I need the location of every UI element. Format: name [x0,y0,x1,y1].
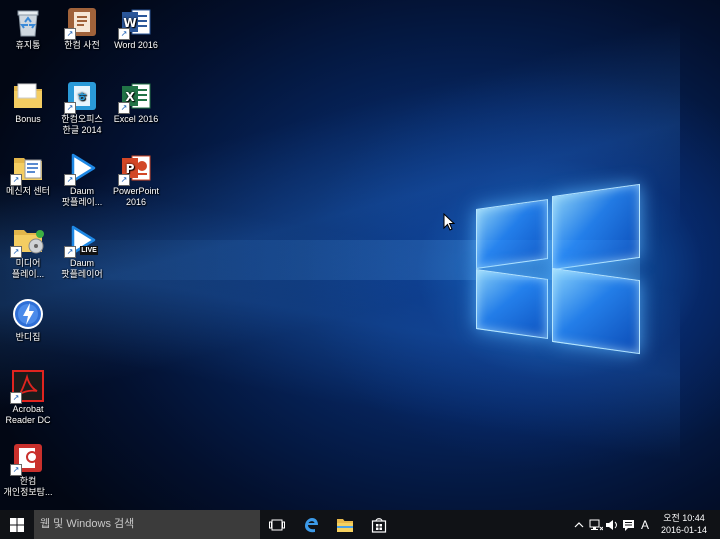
desktop-icon-word-2016[interactable]: W ↗ Word 2016 [108,6,164,51]
shortcut-arrow-icon: ↗ [118,174,130,186]
desktop-icon-label: Daum 팟플레이어 [61,258,103,279]
desktop-icon-messenger-center[interactable]: ↗ 메신저 센터 [0,152,56,197]
desktop-icon-bonus[interactable]: Bonus [0,80,56,125]
action-center-icon[interactable] [620,510,636,539]
desktop-icon-hancom-privacy[interactable]: ↗ 한컴 개인정보탐... [0,442,56,498]
live-badge: LIVE [81,247,97,254]
shortcut-arrow-icon: ↗ [64,246,76,258]
recycle-bin-icon [12,6,44,38]
task-view-button[interactable] [260,510,294,539]
desktop-icon-label: 미디어 플레이... [11,258,45,279]
desktop-icon-label: 한컴 개인정보탐... [3,476,53,497]
mouse-cursor-icon [443,212,456,236]
desktop-icon-excel-2016[interactable]: X ↗ Excel 2016 [108,80,164,125]
edge-button[interactable] [294,510,328,539]
windows-start-icon [10,517,24,532]
taskbar: 웹 및 Windows 검색 A 오전 10:44 2016-01-14 [0,510,720,539]
shortcut-arrow-icon: ↗ [10,464,22,476]
folder-icon [12,80,44,112]
hancom-privacy-icon: ↗ [10,442,44,476]
powerpoint-icon: P ↗ [118,152,152,186]
desktop-icon-label: 한컴 사전 [64,40,100,50]
desktop-icon-label: Word 2016 [114,40,158,50]
shortcut-arrow-icon: ↗ [10,174,22,186]
desktop-icon-label: Daum 팟플레이... [61,186,103,207]
shortcut-arrow-icon: ↗ [64,28,76,40]
desktop-icon-label: 한컴오피스 한글 2014 [61,114,103,135]
desktop-icon-hancom-dictionary[interactable]: ↗ 한컴 사전 [54,6,110,51]
desktop[interactable]: 휴지통 Bonus ↗ 메신저 센터 ↗ 미디어 플레이... 반디집 ↗ Acr… [0,0,720,510]
task-view-icon [269,519,285,530]
desktop-icon-hangul-2014[interactable]: ㅎ ↗ 한컴오피스 한글 2014 [54,80,110,136]
store-bag-icon [371,517,387,533]
desktop-icon-acrobat-reader[interactable]: ↗ Acrobat Reader DC [0,370,56,426]
word-icon: W ↗ [118,6,152,40]
start-button[interactable] [0,510,34,539]
clock-date: 2016-01-14 [660,525,708,535]
edge-icon [305,517,318,532]
folder-media-icon: ↗ [10,224,44,258]
search-input[interactable]: 웹 및 Windows 검색 [34,510,260,539]
desktop-icon-media-player[interactable]: ↗ 미디어 플레이... [0,224,56,280]
file-explorer-button[interactable] [328,510,362,539]
shortcut-arrow-icon: ↗ [118,102,130,114]
shortcut-arrow-icon: ↗ [64,102,76,114]
shortcut-arrow-icon: ↗ [118,28,130,40]
folder-icon [337,518,353,532]
desktop-icon-powerpoint-2016[interactable]: P ↗ PowerPoint 2016 [108,152,164,208]
store-button[interactable] [362,510,396,539]
desktop-icon-daum-potplayer[interactable]: ↗ Daum 팟플레이... [54,152,110,208]
potplayer-icon: ↗ [64,152,98,186]
desktop-icon-label: 반디집 [15,332,41,342]
acrobat-icon: ↗ [10,370,44,404]
ime-indicator[interactable]: A [638,510,652,539]
hancom-dictionary-icon: ↗ [64,6,98,40]
desktop-icon-daum-potplayer-live[interactable]: LIVE ↗ Daum 팟플레이어 [54,224,110,280]
desktop-icon-label: 휴지통 [15,40,41,50]
shortcut-arrow-icon: ↗ [10,246,22,258]
bandizip-icon [12,298,44,330]
desktop-icon-label: Excel 2016 [113,114,159,124]
desktop-icon-label: 메신저 센터 [6,186,50,196]
shortcut-arrow-icon: ↗ [64,174,76,186]
volume-icon[interactable] [604,510,620,539]
hangul-icon: ㅎ ↗ [64,80,98,114]
network-icon[interactable] [588,510,604,539]
show-hidden-icons-chevron-icon[interactable] [572,510,586,539]
svg-text:ㅎ: ㅎ [76,90,87,104]
clock-time: 오전 10:44 [663,513,705,523]
desktop-icon-label: Bonus [15,114,41,124]
shortcut-arrow-icon: ↗ [10,392,22,404]
excel-icon: X ↗ [118,80,152,114]
clock[interactable]: 오전 10:44 2016-01-14 [658,512,710,536]
desktop-icon-bandizip[interactable]: 반디집 [0,298,56,343]
desktop-icon-label: Acrobat Reader DC [5,404,51,425]
potplayer-live-icon: LIVE ↗ [64,224,98,258]
windows-logo-wallpaper [470,183,642,355]
desktop-icon-recycle-bin[interactable]: 휴지통 [0,6,56,51]
folder-document-icon: ↗ [10,152,44,186]
desktop-icon-label: PowerPoint 2016 [112,186,160,207]
